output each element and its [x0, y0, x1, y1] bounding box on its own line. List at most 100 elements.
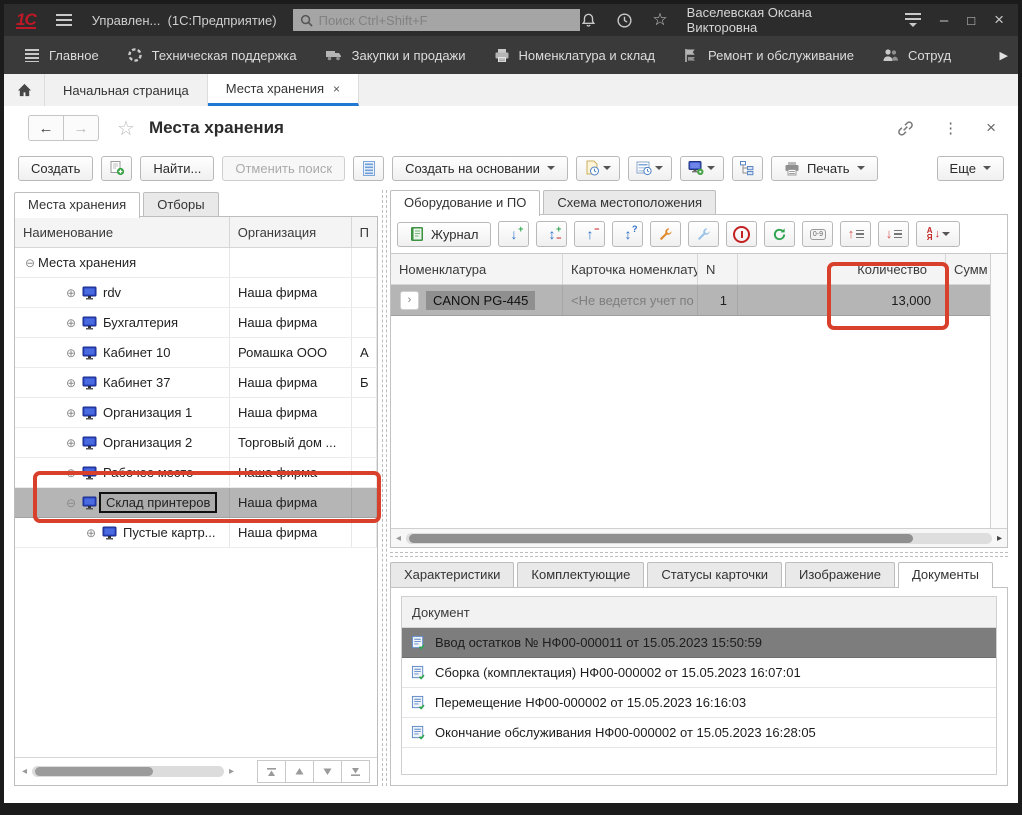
tab-places-tree[interactable]: Места хранения: [14, 192, 140, 218]
focused-cell-value[interactable]: Склад принтеров: [99, 492, 217, 513]
expand-node-icon[interactable]: ⊕: [63, 436, 79, 450]
document-row[interactable]: Сборка (комплектация) НФ00-000002 от 15.…: [402, 658, 996, 688]
more-actions-kebab-icon[interactable]: ⋮: [943, 119, 958, 137]
move-to-top-button[interactable]: [257, 760, 286, 783]
tree-row[interactable]: ⊕ Кабинет 37 Наша фирмаБ: [15, 368, 377, 398]
alphabetical-sort-dropdown[interactable]: АЯ ↓: [916, 221, 960, 247]
scrollbar-thumb[interactable]: [409, 534, 913, 543]
back-button[interactable]: ←: [28, 115, 64, 141]
tree-row-root[interactable]: ⊖Места хранения: [15, 248, 377, 278]
menu-item-tech-support[interactable]: Техническая поддержка: [127, 47, 297, 63]
stop-accounting-button[interactable]: [726, 221, 757, 247]
tab-location-scheme[interactable]: Схема местоположения: [543, 190, 716, 215]
receipt-button[interactable]: ↓+: [498, 221, 529, 247]
expand-node-icon[interactable]: ⊕: [63, 376, 79, 390]
expand-node-icon[interactable]: ⊕: [63, 406, 79, 420]
notifications-bell-icon[interactable]: [580, 12, 597, 29]
move-down-button[interactable]: [314, 760, 342, 783]
tab-equipment[interactable]: Оборудование и ПО: [390, 190, 540, 216]
column-header-org[interactable]: Организация: [230, 217, 352, 247]
expand-node-icon[interactable]: ⊕: [63, 466, 79, 480]
expand-node-icon[interactable]: ⊕: [83, 526, 99, 540]
menu-item-employees[interactable]: Сотруд: [882, 48, 951, 63]
sort-desc-button[interactable]: ↓: [878, 221, 909, 247]
close-window-button[interactable]: ×: [994, 10, 1004, 30]
document-row-selected[interactable]: Ввод остатков № НФ00-000011 от 15.05.202…: [402, 628, 996, 658]
column-header-n[interactable]: N: [698, 254, 738, 284]
tree-row[interactable]: ⊕ Бухгалтерия Наша фирма: [15, 308, 377, 338]
document-row[interactable]: Перемещение НФ00-000002 от 15.05.2023 16…: [402, 688, 996, 718]
reports-dropdown[interactable]: [628, 156, 672, 181]
writeoff-button[interactable]: ↑−: [574, 221, 605, 247]
tree-row[interactable]: ⊕ rdv Наша фирма: [15, 278, 377, 308]
forward-button[interactable]: →: [64, 115, 99, 141]
document-history-dropdown[interactable]: [576, 156, 620, 181]
tab-documents[interactable]: Документы: [898, 562, 993, 588]
create-based-on-button[interactable]: Создать на основании: [392, 156, 568, 181]
column-header-nomenclature[interactable]: Номенклатура: [391, 254, 563, 284]
more-button[interactable]: Еще: [937, 156, 1004, 181]
find-button[interactable]: Найти...: [140, 156, 214, 181]
service-menu-icon[interactable]: [905, 13, 921, 27]
favorite-star-icon[interactable]: ☆: [117, 116, 135, 141]
tab-storage-places[interactable]: Места хранения ×: [208, 74, 359, 106]
menu-item-nomenclature-warehouse[interactable]: Номенклатура и склад: [494, 48, 655, 63]
cancel-search-button[interactable]: Отменить поиск: [222, 156, 345, 181]
repair-button[interactable]: [650, 221, 681, 247]
minimize-button[interactable]: –: [940, 12, 948, 29]
home-tab[interactable]: [4, 74, 45, 106]
horizontal-scrollbar[interactable]: [32, 766, 224, 777]
vertical-splitter[interactable]: [382, 190, 387, 786]
journal-button[interactable]: Журнал: [397, 222, 491, 247]
menu-item-purchases-sales[interactable]: Закупки и продажи: [325, 48, 466, 63]
list-view-button[interactable]: [353, 156, 384, 181]
tab-home-page[interactable]: Начальная страница: [45, 74, 208, 106]
horizontal-splitter[interactable]: [390, 552, 1008, 557]
create-button[interactable]: Создать: [18, 156, 93, 181]
column-header-name[interactable]: Наименование: [15, 217, 230, 247]
menu-item-repair-maintenance[interactable]: Ремонт и обслуживание: [683, 48, 854, 63]
column-header-extra[interactable]: П: [352, 217, 377, 247]
hierarchy-view-button[interactable]: [732, 156, 763, 181]
tab-components[interactable]: Комплектующие: [517, 562, 644, 587]
close-form-button[interactable]: ×: [986, 118, 996, 138]
equipment-row-selected[interactable]: ›CANON PG-445 <Не ведется учет по ... 1 …: [391, 285, 991, 316]
refresh-button[interactable]: [764, 221, 795, 247]
maximize-button[interactable]: □: [967, 13, 975, 28]
maintenance-button[interactable]: [688, 221, 719, 247]
tree-row[interactable]: ⊕ Рабочее место Наша фирма: [15, 458, 377, 488]
vertical-scrollbar[interactable]: [990, 254, 1007, 529]
row-expand-icon[interactable]: ›: [400, 291, 419, 310]
tree-row[interactable]: ⊕ Организация 1 Наша фирма: [15, 398, 377, 428]
tab-card-statuses[interactable]: Статусы карточки: [647, 562, 782, 587]
scroll-right-icon[interactable]: ▸: [229, 766, 234, 777]
tab-filters[interactable]: Отборы: [143, 192, 218, 217]
create-group-button[interactable]: [101, 156, 132, 181]
favorites-star-icon[interactable]: ☆: [652, 10, 667, 30]
inventory-button[interactable]: ↕?: [612, 221, 643, 247]
scroll-right-icon[interactable]: ▸: [997, 533, 1002, 544]
move-up-button[interactable]: [286, 760, 314, 783]
hamburger-menu-icon[interactable]: [56, 14, 72, 26]
global-search-input[interactable]: Поиск Ctrl+Shift+F: [293, 9, 581, 31]
tab-close-icon[interactable]: ×: [333, 82, 340, 96]
menu-overflow-arrow-icon[interactable]: ▶: [1000, 49, 1008, 62]
counter-button[interactable]: 0-9: [802, 221, 833, 247]
scrollbar-thumb[interactable]: [35, 767, 153, 776]
tree-row-selected[interactable]: ⊖ Склад принтеров Наша фирма: [15, 488, 377, 518]
expand-node-icon[interactable]: ⊕: [63, 286, 79, 300]
user-name[interactable]: Васелевская Оксана Викторовна: [687, 5, 886, 35]
print-button[interactable]: Печать: [771, 156, 878, 181]
collapse-node-icon[interactable]: ⊖: [63, 496, 79, 510]
tree-row[interactable]: ⊕ Кабинет 10 Ромашка ОООА: [15, 338, 377, 368]
move-to-bottom-button[interactable]: [342, 760, 370, 783]
documents-table-header[interactable]: Документ: [402, 597, 996, 628]
column-header-card[interactable]: Карточка номенклатуры: [563, 254, 698, 284]
scroll-left-icon[interactable]: ◂: [22, 766, 27, 777]
tab-image[interactable]: Изображение: [785, 562, 895, 587]
expand-node-icon[interactable]: ⊕: [63, 346, 79, 360]
column-header-sum[interactable]: Сумм: [946, 254, 991, 284]
movement-button[interactable]: ↕+−: [536, 221, 567, 247]
scroll-left-icon[interactable]: ◂: [396, 533, 401, 544]
tab-characteristics[interactable]: Характеристики: [390, 562, 514, 587]
